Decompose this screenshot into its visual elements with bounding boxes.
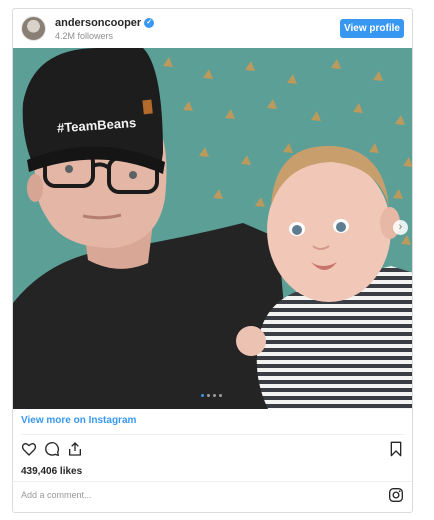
username-row[interactable]: andersoncooper ✓ bbox=[55, 17, 155, 29]
avatar[interactable] bbox=[21, 16, 46, 41]
carousel-dot bbox=[207, 394, 210, 397]
verified-icon: ✓ bbox=[144, 18, 155, 28]
carousel-dot bbox=[201, 394, 204, 397]
bookmark-icon[interactable] bbox=[388, 441, 404, 457]
view-profile-button[interactable]: View profile bbox=[340, 19, 404, 38]
comment-input[interactable]: Add a comment... bbox=[21, 490, 321, 500]
follower-count: 4.2M followers bbox=[55, 31, 114, 41]
post-header: andersoncooper ✓ 4.2M followers View pro… bbox=[13, 9, 412, 48]
username[interactable]: andersoncooper bbox=[55, 17, 141, 29]
chevron-right-icon[interactable]: › bbox=[393, 220, 408, 235]
photo-illustration: #TeamBeans bbox=[13, 48, 412, 409]
action-bar bbox=[21, 441, 83, 457]
heart-icon[interactable] bbox=[21, 441, 37, 457]
post-photo[interactable]: #TeamBeans › bbox=[13, 48, 412, 409]
share-icon[interactable] bbox=[67, 441, 83, 457]
instagram-embed-card: andersoncooper ✓ 4.2M followers View pro… bbox=[12, 8, 413, 513]
carousel-dot bbox=[213, 394, 216, 397]
divider bbox=[13, 481, 412, 482]
instagram-icon[interactable] bbox=[388, 487, 404, 503]
carousel-dot bbox=[219, 394, 222, 397]
comment-icon[interactable] bbox=[44, 441, 60, 457]
carousel-indicator bbox=[201, 394, 222, 397]
divider bbox=[21, 434, 404, 435]
view-more-link[interactable]: View more on Instagram bbox=[21, 415, 136, 426]
like-count: 439,406 likes bbox=[21, 466, 83, 477]
